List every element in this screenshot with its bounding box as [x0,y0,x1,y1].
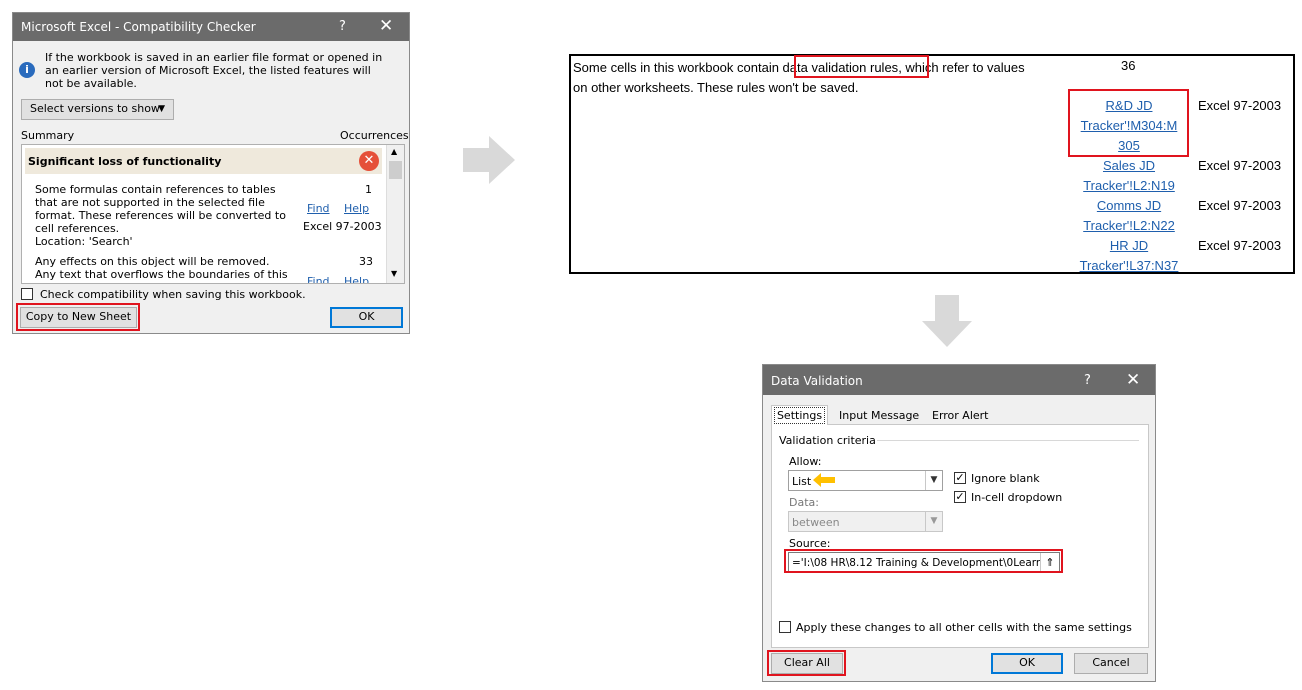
source-label: Source: [789,537,831,550]
description-text-before: Some cells in this workbook contain [573,60,783,75]
in-cell-dropdown-label: In-cell dropdown [971,491,1063,504]
down-arrow-icon [922,295,972,347]
issue-1-version: Excel 97-2003 [303,220,382,233]
ignore-blank-label: Ignore blank [971,472,1040,485]
section-header: Significant loss of functionality ✕ [25,148,382,174]
data-value: between [792,516,840,529]
scroll-up-icon[interactable]: ▲ [391,147,397,156]
issues-list[interactable]: Significant loss of functionality ✕ Some… [21,144,405,284]
compat-title-bar: Microsoft Excel - Compatibility Checker … [13,13,409,41]
issue-description: Some cells in this workbook contain data… [573,58,1033,98]
data-label: Data: [789,496,819,509]
compat-info-text: If the workbook is saved in an earlier f… [45,51,383,90]
in-cell-dropdown-checkbox[interactable]: ✓ [954,491,966,503]
issue-2-text: Any effects on this object will be remov… [35,255,288,281]
right-arrow-icon [463,136,515,184]
ok-button[interactable]: OK [330,307,403,328]
issue-1-location: Location: 'Search' [35,235,133,248]
issue-1-help-link[interactable]: Help [344,202,369,215]
allow-select[interactable]: List ▼ [788,470,943,491]
row-2-version: Excel 97-2003 [1198,158,1282,173]
close-button[interactable]: ✕ [379,16,393,36]
issue-2-count: 33 [359,255,373,268]
row-4-version: Excel 97-2003 [1198,238,1282,253]
row-1-link-line-2[interactable]: Tracker'!M304:M [1069,116,1189,136]
dropdown-caret-icon: ▼ [158,104,165,114]
error-icon: ✕ [359,151,379,171]
criteria-divider [877,440,1139,441]
info-icon: i [19,62,35,78]
description-highlight: data validation rules [782,60,899,75]
tab-input-message[interactable]: Input Message [839,409,919,422]
yellow-arrow-icon [813,473,835,487]
issue-1-text: Some formulas contain references to tabl… [35,183,286,235]
row-3-link-line-2[interactable]: Tracker'!L2:N22 [1069,216,1189,236]
occurrence-count: 36 [1121,58,1136,73]
source-input[interactable]: ='I:\08 HR\8.12 Training & Development\0… [788,552,1060,573]
copied-sheet-excerpt: Some cells in this workbook contain data… [569,54,1295,274]
help-button[interactable]: ? [339,19,346,34]
occurrences-header: Occurrences [340,129,409,142]
row-3-version: Excel 97-2003 [1198,198,1282,213]
summary-header: Summary [21,129,75,142]
settings-tab-focus [774,407,825,424]
row-1-link-line-1[interactable]: R&D JD [1069,96,1189,116]
sheet-row-2: Sales JD Tracker'!L2:N19 [1069,156,1189,196]
row-1-link-line-3[interactable]: 305 [1069,136,1189,156]
allow-dropdown-icon[interactable]: ▼ [925,471,942,490]
source-value: ='I:\08 HR\8.12 Training & Development\0… [792,557,1043,569]
issues-scrollbar[interactable]: ▲ ▼ [386,145,404,283]
clear-all-button[interactable]: Clear All [771,653,843,674]
data-validation-dialog: Data Validation ? ✕ Settings Input Messa… [762,364,1156,682]
dv-ok-button[interactable]: OK [991,653,1063,674]
allow-label: Allow: [789,455,822,468]
select-versions-button[interactable]: Select versions to show ▼ [21,99,174,120]
row-2-link-line-2[interactable]: Tracker'!L2:N19 [1069,176,1189,196]
issue-2-find-link[interactable]: Find [307,275,330,283]
check-compat-label: Check compatibility when saving this wor… [40,288,306,301]
compat-title: Microsoft Excel - Compatibility Checker [21,20,256,34]
copy-to-new-sheet-button[interactable]: Copy to New Sheet [20,307,137,328]
issue-1-count: 1 [365,183,372,196]
scroll-thumb[interactable] [389,161,402,179]
ignore-blank-checkbox[interactable]: ✓ [954,472,966,484]
sheet-row-4: HR JD Tracker'!L37:N37 [1069,236,1189,276]
data-dropdown-icon: ▼ [925,512,942,531]
tab-error-alert[interactable]: Error Alert [932,409,989,422]
section-title: Significant loss of functionality [28,155,222,168]
row-1-version: Excel 97-2003 [1198,98,1282,113]
range-picker-icon[interactable]: ⇑ [1040,553,1059,572]
cancel-button[interactable]: Cancel [1074,653,1148,674]
row-4-link-line-2[interactable]: Tracker'!L37:N37 [1069,256,1189,276]
select-versions-label: Select versions to show [30,102,160,115]
compatibility-checker-dialog: Microsoft Excel - Compatibility Checker … [12,12,410,334]
dv-help-button[interactable]: ? [1084,373,1091,388]
dv-close-button[interactable]: ✕ [1126,370,1140,390]
issue-2-help-link[interactable]: Help [344,275,369,283]
apply-all-label: Apply these changes to all other cells w… [796,621,1132,634]
check-compat-checkbox[interactable] [21,288,33,300]
dv-title-bar: Data Validation ? ✕ [763,365,1155,395]
dv-title: Data Validation [771,374,863,388]
row-4-link-line-1[interactable]: HR JD [1069,236,1189,256]
row-2-link-line-1[interactable]: Sales JD [1069,156,1189,176]
allow-value: List [792,475,812,488]
validation-criteria-label: Validation criteria [779,434,876,447]
sheet-row-1: R&D JD Tracker'!M304:M 305 [1069,96,1189,156]
apply-all-checkbox[interactable] [779,621,791,633]
sheet-row-3: Comms JD Tracker'!L2:N22 [1069,196,1189,236]
issue-1-find-link[interactable]: Find [307,202,330,215]
scroll-down-icon[interactable]: ▼ [391,269,397,278]
row-3-link-line-1[interactable]: Comms JD [1069,196,1189,216]
data-select: between ▼ [788,511,943,532]
settings-panel [771,424,1149,648]
